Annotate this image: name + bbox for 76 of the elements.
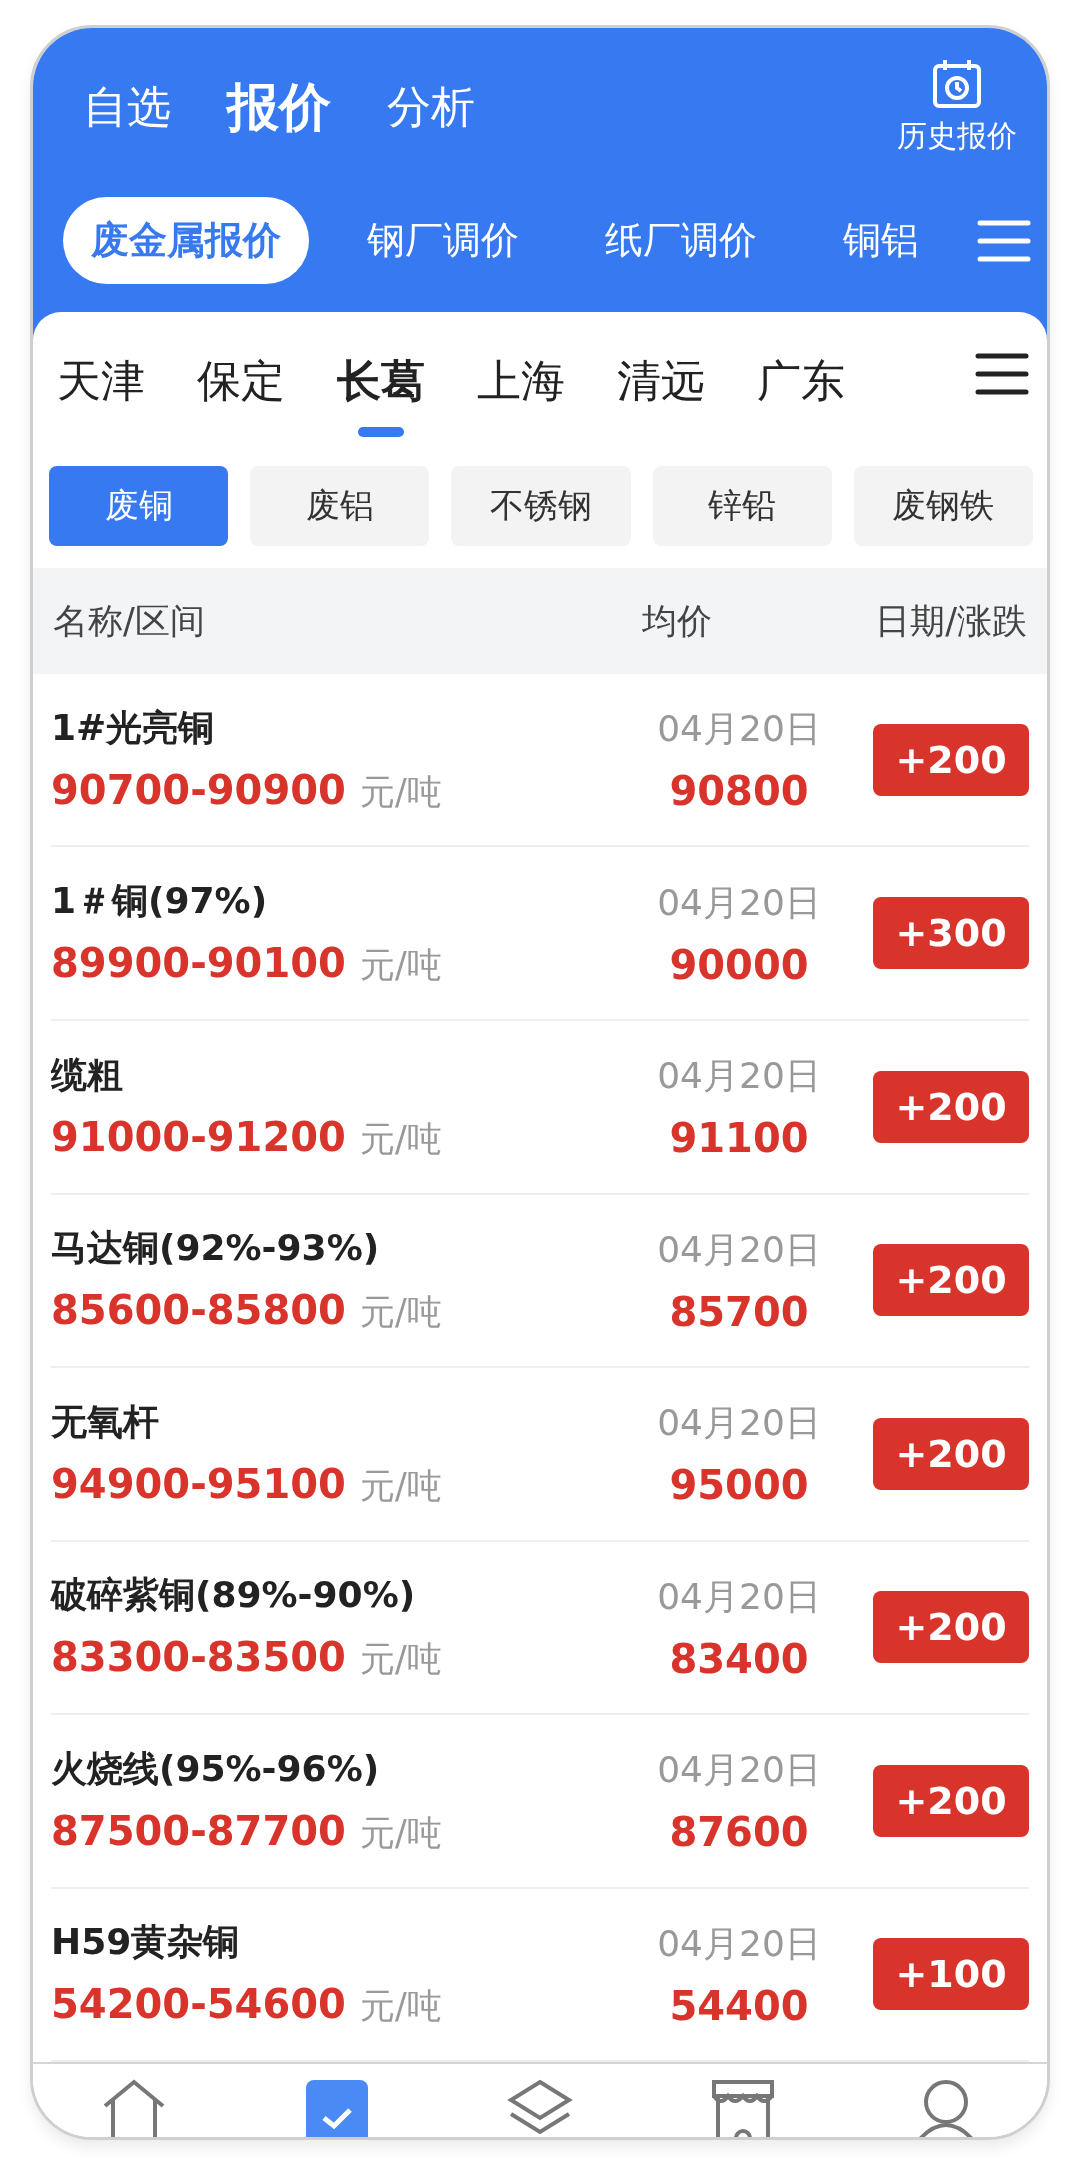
price-unit: 元/吨 bbox=[359, 1291, 442, 1335]
price-date: 04月20日 bbox=[657, 707, 821, 752]
city-tab[interactable]: 天津 bbox=[57, 352, 145, 437]
change-badge: +100 bbox=[873, 1938, 1029, 2011]
change-badge: +200 bbox=[873, 723, 1029, 796]
price-range: 89900-90100 bbox=[51, 940, 346, 987]
average-price: 87600 bbox=[669, 1809, 809, 1856]
calendar-clock-icon bbox=[931, 58, 983, 110]
material-tab[interactable]: 锌铅 bbox=[652, 466, 832, 547]
average-price: 85700 bbox=[669, 1288, 809, 1335]
change-badge: +200 bbox=[873, 1591, 1029, 1664]
column-header: 均价 bbox=[641, 599, 713, 643]
change-badge: +300 bbox=[873, 897, 1029, 970]
city-tab[interactable]: 保定 bbox=[197, 352, 285, 437]
price-date: 04月20日 bbox=[657, 880, 821, 925]
city-tab[interactable]: 清远 bbox=[617, 352, 705, 437]
price-range: 94900-95100 bbox=[51, 1460, 346, 1507]
price-unit: 元/吨 bbox=[359, 944, 442, 988]
main-tab[interactable]: 分析 bbox=[387, 78, 475, 137]
price-range: 83300-83500 bbox=[51, 1634, 346, 1681]
price-range: 54200-54600 bbox=[51, 1981, 346, 2028]
item-name: 马达铜(92%-93%) bbox=[51, 1226, 381, 1271]
price-range: 87500-87700 bbox=[51, 1807, 346, 1854]
category-tab[interactable]: 纸厂调价 bbox=[577, 197, 785, 284]
material-tab[interactable]: 废铝 bbox=[250, 466, 430, 547]
category-tab[interactable]: 废金属报价 bbox=[63, 197, 309, 284]
price-range: 85600-85800 bbox=[51, 1287, 346, 1334]
change-badge: +200 bbox=[873, 1764, 1029, 1837]
main-tab[interactable]: 报价 bbox=[227, 72, 331, 143]
price-unit: 元/吨 bbox=[359, 1464, 442, 1508]
price-unit: 元/吨 bbox=[359, 1638, 442, 1682]
material-tab[interactable]: 不锈钢 bbox=[451, 466, 631, 547]
price-unit: 元/吨 bbox=[359, 1117, 442, 1161]
price-date: 04月20日 bbox=[657, 1921, 821, 1966]
store-icon bbox=[709, 2078, 776, 2137]
category-tab[interactable]: 铜铝 bbox=[815, 197, 947, 284]
menu-button[interactable] bbox=[975, 352, 1029, 396]
price-date: 04月20日 bbox=[657, 1054, 821, 1099]
main-tab[interactable]: 自选 bbox=[83, 78, 171, 137]
price-range: 91000-91200 bbox=[51, 1113, 346, 1160]
average-price: 54400 bbox=[669, 1982, 809, 2029]
history-button[interactable]: 历史报价 bbox=[897, 58, 1017, 157]
price-range: 90700-90900 bbox=[51, 766, 346, 813]
price-unit: 元/吨 bbox=[359, 1985, 442, 2029]
change-badge: +200 bbox=[873, 1417, 1029, 1490]
category-tab[interactable]: 钢厂调价 bbox=[339, 197, 547, 284]
layers-icon bbox=[505, 2078, 575, 2137]
price-unit: 元/吨 bbox=[359, 1811, 442, 1855]
change-badge: +200 bbox=[873, 1244, 1029, 1317]
average-price: 95000 bbox=[669, 1462, 809, 1509]
item-name: 破碎紫铜(89%-90%) bbox=[51, 1573, 417, 1618]
price-unit: 元/吨 bbox=[359, 770, 442, 814]
change-badge: +200 bbox=[873, 1070, 1029, 1143]
price-date: 04月20日 bbox=[657, 1574, 821, 1619]
city-tab[interactable]: 上海 bbox=[477, 352, 565, 437]
item-name: 火烧线(95%-96%) bbox=[51, 1746, 381, 1791]
column-header: 名称/区间 bbox=[53, 599, 206, 643]
city-tab[interactable]: 广东 bbox=[757, 352, 845, 437]
price-date: 04月20日 bbox=[657, 1227, 821, 1272]
average-price: 91100 bbox=[669, 1115, 809, 1162]
price-date: 04月20日 bbox=[657, 1401, 821, 1446]
menu-icon bbox=[977, 218, 1031, 263]
price-date: 04月20日 bbox=[657, 1748, 821, 1793]
item-name: 无氧杆 bbox=[51, 1399, 160, 1444]
average-price: 90800 bbox=[669, 768, 809, 815]
column-header: 日期/涨跌 bbox=[874, 599, 1027, 643]
menu-icon bbox=[975, 352, 1029, 396]
item-name: 1#光亮铜 bbox=[51, 705, 216, 750]
average-price: 90000 bbox=[669, 941, 809, 988]
material-tab[interactable]: 废铜 bbox=[49, 466, 229, 547]
material-tab[interactable]: 废钢铁 bbox=[853, 466, 1033, 547]
item-name: H59黄杂铜 bbox=[51, 1920, 241, 1965]
item-name: 缆粗 bbox=[51, 1052, 124, 1097]
item-name: 1＃铜(97%) bbox=[51, 879, 269, 924]
average-price: 83400 bbox=[669, 1635, 809, 1682]
city-tab[interactable]: 长葛 bbox=[337, 352, 425, 437]
